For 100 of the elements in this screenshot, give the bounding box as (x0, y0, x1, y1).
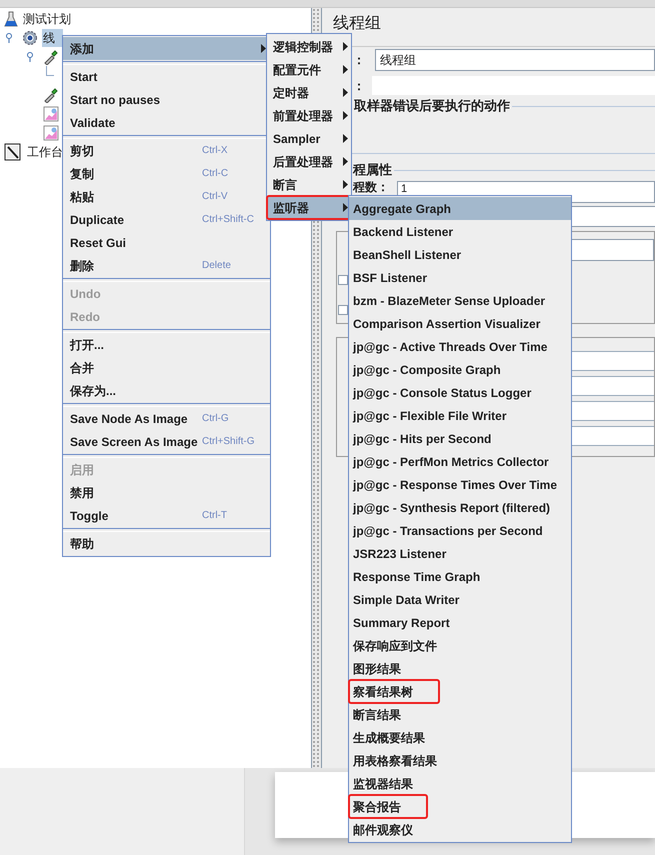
menu-item[interactable]: Save Node As Image Ctrl-G (63, 407, 270, 430)
menu-item-label: Validate (70, 114, 116, 132)
menu-item[interactable]: Toggle Ctrl-T (63, 504, 270, 527)
menu-item-label: Sampler (273, 130, 322, 148)
shortcut-label: Ctrl-X (202, 144, 229, 158)
menu-item[interactable]: 用表格察看结果 (349, 749, 441, 772)
menu-item[interactable]: jp@gc - Active Threads Over Time (349, 335, 552, 358)
menu-item[interactable]: jp@gc - Hits per Second (349, 427, 496, 450)
menu-item[interactable]: 断言结果 (349, 703, 405, 726)
menu-item[interactable]: Reset Gui (63, 231, 270, 254)
menu-item-label: 定时器 (273, 84, 310, 102)
submenu-arrow-icon (343, 134, 348, 143)
menu-item[interactable]: 保存响应到文件 (349, 634, 441, 657)
menu-item[interactable]: bzm - BlazeMeter Sense Uploader (349, 289, 550, 312)
menu-item[interactable]: Summary Report (349, 611, 454, 634)
checkbox[interactable] (338, 275, 348, 285)
menu-item-label: 启用 (70, 462, 95, 478)
menu-item-label: 禁用 (70, 484, 95, 502)
menu-item-label: Undo (70, 286, 102, 302)
menu-item-label: 剪切 (70, 142, 95, 160)
menu-item[interactable]: JSR223 Listener (349, 542, 450, 565)
menu-item-label: 逻辑控制器 (273, 38, 334, 56)
menu-item[interactable]: 粘贴 Ctrl-V (63, 185, 270, 208)
menu-item-label: 粘贴 (70, 188, 95, 206)
menu-item[interactable]: BSF Listener (349, 266, 432, 289)
menu-item[interactable]: jp@gc - Console Status Logger (349, 381, 536, 404)
menu-item[interactable]: jp@gc - Flexible File Writer (349, 404, 511, 427)
menu-item[interactable]: jp@gc - Composite Graph (349, 358, 505, 381)
shortcut-label: Ctrl-T (202, 509, 228, 523)
checkbox[interactable] (338, 305, 348, 315)
menu-item[interactable]: 监视器结果 (349, 772, 417, 795)
submenu-arrow-icon (343, 65, 348, 74)
menu-item[interactable]: jp@gc - Synthesis Report (filtered) (349, 496, 554, 519)
submenu-arrow-icon (343, 111, 348, 120)
menu-item[interactable]: 聚合报告 (349, 795, 427, 818)
menu-item-label: 监听器 (273, 200, 310, 216)
expand-toggle[interactable] (4, 32, 14, 42)
menu-item-label: 保存为... (70, 382, 118, 400)
menu-item[interactable]: Start (63, 65, 270, 88)
tree-line (46, 66, 54, 76)
shortcut-label: Ctrl-C (202, 167, 230, 181)
menu-item[interactable]: Sampler (267, 127, 351, 150)
menu-item[interactable]: 帮助 (63, 532, 270, 555)
menu-item[interactable]: Save Screen As Image Ctrl+Shift-G (63, 430, 270, 453)
menu-item[interactable]: Comparison Assertion Visualizer (349, 312, 544, 335)
menu-item[interactable]: jp@gc - Transactions per Second (349, 519, 547, 542)
expand-toggle[interactable] (25, 52, 35, 62)
chart-icon (43, 124, 59, 140)
shortcut-label: Ctrl+Shift-C (202, 213, 255, 227)
name-field[interactable]: 线程组 (375, 49, 655, 71)
menu-item[interactable]: 邮件观察仪 (349, 818, 417, 841)
menu-item[interactable]: 后置处理器 (267, 150, 351, 173)
menu-item[interactable]: 保存为... (63, 379, 270, 402)
menu-item[interactable]: 复制 Ctrl-C (63, 162, 270, 185)
menu-item-label: 删除 (70, 258, 95, 274)
submenu-arrow-icon (343, 180, 348, 189)
menu-item[interactable]: Simple Data Writer (349, 588, 464, 611)
menu-item[interactable]: Validate (63, 111, 270, 134)
field-label: ： (353, 78, 366, 94)
menu-item[interactable]: 察看结果树 (349, 680, 439, 703)
menu-item-label: Redo (70, 308, 101, 326)
menu-item[interactable]: 禁用 (63, 481, 270, 504)
menu-item-label: Start no pauses (70, 92, 162, 108)
menu-item[interactable]: Backend Listener (349, 220, 458, 243)
menu-item-label: 后置处理器 (273, 154, 334, 170)
menu-item[interactable]: 断言 (267, 173, 351, 196)
menu-item[interactable]: 前置处理器 (267, 104, 351, 127)
shortcut-label: Ctrl-G (202, 412, 230, 426)
menu-item-label: 配置元件 (273, 62, 322, 78)
menu-item[interactable]: jp@gc - Response Times Over Time (349, 473, 561, 496)
flask-icon (4, 10, 18, 26)
field-label: ： (353, 52, 366, 69)
menu-item[interactable]: BeanShell Listener (349, 243, 466, 266)
tree-node-label[interactable]: 工作台 (26, 142, 63, 160)
menu-item[interactable]: 配置元件 (267, 58, 351, 81)
menu-item[interactable]: 打开... (63, 333, 270, 356)
menu-item-label: Save Screen As Image (70, 434, 199, 450)
menu-item[interactable]: Response Time Graph (349, 565, 484, 588)
menu-item[interactable]: 删除 Delete (63, 254, 270, 277)
dropper-icon (43, 86, 59, 102)
submenu-arrow-icon (343, 203, 348, 212)
menu-item[interactable]: 监听器 (267, 196, 351, 219)
menu-item[interactable]: 剪切 Ctrl-X (63, 139, 270, 162)
menu-item[interactable]: Start no pauses (63, 88, 270, 111)
menu-item[interactable]: jp@gc - PerfMon Metrics Collector (349, 450, 553, 473)
menu-item-label: 断言 (273, 176, 298, 194)
tree-node-label[interactable]: 测试计划 (22, 10, 71, 28)
menu-item-label: 帮助 (70, 536, 95, 552)
menu-item-label: Duplicate (70, 212, 126, 228)
dropper-icon (43, 48, 59, 64)
menu-item[interactable]: 生成概要结果 (349, 726, 429, 749)
menu-item-label: 前置处理器 (273, 108, 334, 124)
menu-item[interactable]: 逻辑控制器 (267, 35, 351, 58)
menu-item[interactable]: 合并 (63, 356, 270, 379)
menu-item[interactable]: Duplicate Ctrl+Shift-C (63, 208, 270, 231)
menu-item[interactable]: 定时器 (267, 81, 351, 104)
notepad-icon (4, 142, 22, 160)
menu-item[interactable]: 图形结果 (349, 657, 405, 680)
tree-node-label[interactable]: 线 (42, 28, 63, 46)
menu-item-label: Start (70, 68, 98, 86)
